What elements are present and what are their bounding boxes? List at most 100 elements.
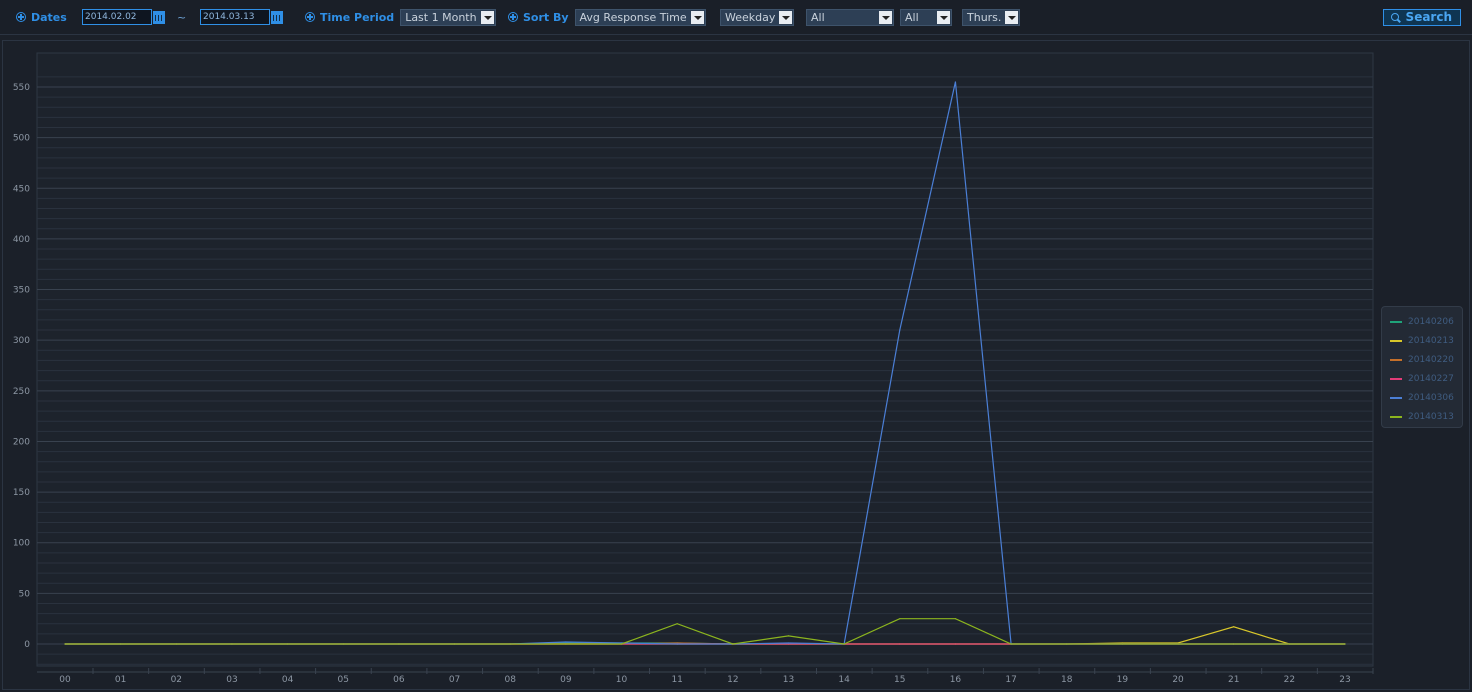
y-tick-label: 300	[13, 336, 30, 346]
time-period-select[interactable]: Last 1 Month	[400, 8, 496, 26]
legend-label: 20140206	[1408, 317, 1454, 327]
plus-icon	[508, 12, 518, 22]
legend-item[interactable]: 20140206	[1390, 315, 1454, 329]
calendar-icon[interactable]	[153, 10, 165, 24]
y-tick-label: 100	[13, 539, 30, 549]
data-point	[1010, 643, 1012, 645]
x-tick-label: 18	[1061, 675, 1073, 685]
x-tick-label: 22	[1284, 675, 1295, 685]
filter2-select[interactable]: All	[900, 8, 952, 26]
data-point	[899, 643, 901, 645]
data-point	[954, 81, 957, 83]
data-point	[398, 643, 400, 645]
x-tick-label: 21	[1228, 675, 1239, 685]
sort-by-group: Sort By Avg Response Time	[508, 0, 706, 34]
filter2-group: All	[900, 0, 952, 34]
x-tick-label: 11	[671, 675, 682, 685]
data-point	[120, 643, 122, 645]
legend-item[interactable]: 20140227	[1390, 372, 1454, 386]
filter1-select[interactable]: All	[806, 8, 894, 26]
dates-label-group: Dates	[16, 0, 67, 34]
legend-item[interactable]: 20140220	[1390, 353, 1454, 367]
x-tick-label: 20	[1172, 675, 1184, 685]
start-date-input[interactable]: 2014.02.02	[82, 9, 152, 25]
x-tick-label: 19	[1117, 675, 1129, 685]
chevron-down-icon[interactable]	[879, 10, 892, 24]
y-tick-label: 200	[13, 437, 30, 447]
day-type-select[interactable]: Weekday	[720, 8, 795, 26]
search-icon	[1390, 13, 1399, 21]
data-point	[453, 643, 456, 645]
sort-by-value: Avg Response Time	[579, 10, 687, 24]
y-tick-label: 50	[19, 589, 31, 599]
legend-item[interactable]: 20140306	[1390, 391, 1454, 405]
data-point	[565, 641, 567, 643]
chevron-down-icon[interactable]	[1005, 10, 1019, 24]
y-tick-label: 500	[13, 134, 30, 144]
time-period-group: Time Period Last 1 Month	[305, 0, 496, 34]
day-type-value: Weekday	[725, 10, 776, 24]
legend-label: 20140227	[1408, 374, 1454, 384]
data-point	[1288, 643, 1290, 645]
day-select[interactable]: Thurs.	[962, 8, 1021, 26]
data-point	[843, 643, 845, 645]
y-tick-label: 250	[13, 387, 30, 397]
y-tick-label: 550	[13, 83, 30, 93]
data-point	[565, 643, 567, 645]
data-point	[899, 618, 901, 620]
data-point	[1233, 643, 1235, 645]
x-tick-label: 03	[226, 675, 237, 685]
day-type-group: Weekday	[720, 0, 795, 34]
time-period-value: Last 1 Month	[405, 10, 477, 24]
data-point	[1233, 626, 1235, 628]
x-tick-label: 13	[783, 675, 794, 685]
legend-item[interactable]: 20140213	[1390, 334, 1454, 348]
x-tick-label: 06	[393, 675, 405, 685]
chevron-down-icon[interactable]	[690, 10, 704, 24]
data-point	[342, 643, 344, 645]
chevron-down-icon[interactable]	[937, 10, 950, 24]
date-separator-wrap: ~	[177, 0, 186, 34]
y-tick-label: 450	[13, 184, 30, 194]
data-point	[620, 643, 623, 645]
chevron-down-icon[interactable]	[480, 10, 494, 24]
calendar-icon[interactable]	[271, 10, 283, 24]
search-button[interactable]: Search	[1382, 9, 1461, 26]
x-tick-label: 00	[59, 675, 71, 685]
chevron-down-icon[interactable]	[779, 10, 793, 24]
dates-label: Dates	[31, 10, 67, 24]
sort-by-label: Sort By	[523, 10, 569, 24]
x-tick-label: 02	[171, 675, 182, 685]
data-point	[231, 643, 233, 645]
x-tick-label: 04	[282, 675, 294, 685]
y-tick-label: 150	[13, 488, 30, 498]
data-point	[787, 635, 790, 637]
filter1-value: All	[811, 10, 825, 24]
line-chart: 05010015020025030035040045050055000 01 02 0…	[13, 52, 1374, 685]
x-tick-label: 05	[338, 675, 349, 685]
data-point	[899, 329, 901, 331]
data-point	[175, 643, 177, 645]
x-tick-label: 15	[894, 675, 905, 685]
legend-swatch	[1390, 321, 1402, 323]
chart-panel: 0 50 100 150 200 250 300 350 400 450 500 550 00 01 02 0…	[2, 40, 1470, 690]
data-point	[954, 643, 957, 645]
data-point	[676, 623, 678, 625]
legend-item[interactable]: 20140313	[1390, 410, 1454, 424]
x-tick-label: 12	[727, 675, 738, 685]
data-point	[732, 643, 734, 645]
plot-area	[36, 52, 1374, 667]
end-date-input[interactable]: 2014.03.13	[200, 9, 270, 25]
legend-label: 20140220	[1408, 355, 1454, 365]
data-point	[1177, 643, 1179, 645]
data-point	[676, 643, 678, 645]
legend-swatch	[1390, 340, 1402, 342]
data-point	[787, 642, 790, 644]
sort-by-select[interactable]: Avg Response Time	[574, 8, 706, 26]
plus-icon	[16, 12, 26, 22]
legend-swatch	[1390, 359, 1402, 361]
data-point	[287, 643, 289, 645]
time-period-label: Time Period	[320, 10, 395, 24]
x-tick-label: 17	[1005, 675, 1016, 685]
chart-legend: 20140206 20140213 20140220 20140227 20140306…	[1381, 306, 1463, 428]
